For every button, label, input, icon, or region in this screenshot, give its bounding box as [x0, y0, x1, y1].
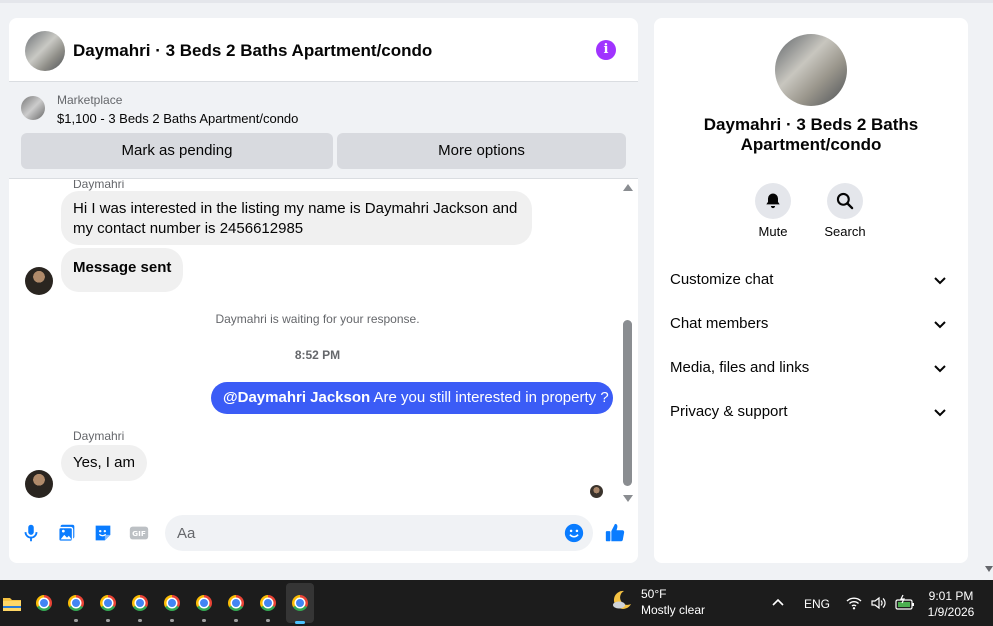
- volume-icon[interactable]: [870, 595, 886, 611]
- moon-cloud-icon[interactable]: [610, 588, 634, 612]
- microphone-icon[interactable]: [20, 522, 42, 544]
- chat-window: Daymahri · 3 Beds 2 Baths Apartment/cond…: [9, 18, 638, 563]
- file-explorer-icon[interactable]: [0, 591, 24, 615]
- taskbar: 50°F Mostly clear ENG 9:01 PM 1/9/2026: [0, 580, 993, 626]
- outgoing-message[interactable]: @Daymahri Jackson Are you still interest…: [211, 382, 613, 414]
- seen-indicator-avatar: [590, 485, 603, 498]
- clock-date: 1/9/2026: [927, 605, 975, 619]
- marketplace-banner: Marketplace $1,100 - 3 Beds 2 Baths Apar…: [9, 82, 638, 179]
- running-indicator: [234, 619, 238, 622]
- search-button[interactable]: [827, 183, 863, 219]
- outgoing-message-text: Are you still interested in property ?: [370, 389, 609, 406]
- scroll-thumb[interactable]: [623, 320, 632, 486]
- customize-chat-row[interactable]: Customize chat: [670, 268, 952, 292]
- row-label: Customize chat: [670, 271, 774, 288]
- incoming-message[interactable]: Message sent: [61, 248, 184, 292]
- gif-icon[interactable]: GIF: [128, 522, 150, 544]
- profile-name[interactable]: Daymahri · 3 Beds 2 Baths Apartment/cond…: [674, 115, 948, 155]
- row-label: Privacy & support: [670, 403, 788, 420]
- mention[interactable]: @Daymahri Jackson: [223, 389, 370, 406]
- chevron-down-icon: [934, 277, 946, 285]
- running-indicator: [170, 619, 174, 622]
- system-clock[interactable]: 9:01 PM 1/9/2026: [916, 588, 986, 620]
- sticker-icon[interactable]: [92, 522, 114, 544]
- message-list[interactable]: Daymahri Hi I was interested in the list…: [9, 180, 638, 502]
- conversation-title[interactable]: Daymahri · 3 Beds 2 Baths Apartment/cond…: [73, 41, 432, 61]
- emoji-icon[interactable]: [564, 523, 584, 543]
- running-indicator: [266, 619, 270, 622]
- listing-thumbnail[interactable]: [21, 96, 45, 120]
- window-scroll-down-arrow[interactable]: [985, 566, 993, 572]
- info-icon[interactable]: i: [596, 40, 616, 60]
- sender-name: Daymahri: [73, 180, 125, 191]
- mark-as-pending-button[interactable]: Mark as pending: [21, 133, 333, 169]
- weather-condition[interactable]: Mostly clear: [641, 603, 705, 617]
- sender-avatar[interactable]: [25, 267, 53, 295]
- chrome-profile-icon[interactable]: [160, 591, 184, 615]
- chevron-down-icon: [934, 409, 946, 417]
- chrome-icon[interactable]: [32, 591, 56, 615]
- photo-icon[interactable]: [56, 522, 78, 544]
- chrome-profile-icon[interactable]: [96, 591, 120, 615]
- chevron-down-icon: [934, 321, 946, 329]
- media-files-links-row[interactable]: Media, files and links: [670, 356, 952, 380]
- mute-action[interactable]: Mute: [743, 183, 803, 239]
- language-indicator[interactable]: ENG: [804, 597, 830, 611]
- row-label: Media, files and links: [670, 359, 810, 376]
- chat-members-row[interactable]: Chat members: [670, 312, 952, 336]
- conversation-info-panel: Daymahri · 3 Beds 2 Baths Apartment/cond…: [654, 18, 968, 563]
- chevron-down-icon: [934, 365, 946, 373]
- running-indicator: [74, 619, 78, 622]
- row-label: Chat members: [670, 315, 769, 332]
- composer: GIF: [9, 513, 638, 553]
- bell-icon: [766, 193, 780, 209]
- chevron-up-icon[interactable]: [771, 596, 785, 608]
- sender-name: Daymahri: [73, 429, 125, 443]
- chrome-profile-icon[interactable]: [224, 591, 248, 615]
- profile-avatar[interactable]: [775, 34, 847, 106]
- incoming-message[interactable]: Hi I was interested in the listing my na…: [61, 191, 532, 245]
- chrome-profile-icon[interactable]: [192, 591, 216, 615]
- search-label: Search: [824, 224, 866, 239]
- top-border: [0, 0, 993, 3]
- clock-time: 9:01 PM: [928, 589, 974, 603]
- mute-button[interactable]: [755, 183, 791, 219]
- more-options-button[interactable]: More options: [337, 133, 626, 169]
- running-indicator: [202, 619, 206, 622]
- chrome-profile-icon[interactable]: [64, 591, 88, 615]
- running-indicator: [106, 619, 110, 622]
- message-timestamp: 8:52 PM: [294, 348, 341, 362]
- search-icon: [836, 192, 854, 210]
- message-input-container[interactable]: [165, 515, 593, 551]
- thumbs-up-icon[interactable]: [604, 522, 626, 544]
- chat-header: Daymahri · 3 Beds 2 Baths Apartment/cond…: [9, 18, 638, 82]
- battery-charging-icon[interactable]: [894, 594, 916, 612]
- chrome-profile-icon[interactable]: [256, 591, 280, 615]
- chrome-profile-icon[interactable]: [128, 591, 152, 615]
- scroll-down-arrow[interactable]: [623, 495, 633, 502]
- message-input[interactable]: [177, 515, 557, 551]
- privacy-support-row[interactable]: Privacy & support: [670, 400, 952, 424]
- scroll-up-arrow[interactable]: [623, 184, 633, 191]
- conversation-avatar[interactable]: [25, 31, 65, 71]
- incoming-message[interactable]: Yes, I am: [61, 445, 147, 481]
- waiting-notice: Daymahri is waiting for your response.: [215, 312, 420, 326]
- mute-label: Mute: [758, 224, 788, 239]
- running-indicator: [138, 619, 142, 622]
- svg-text:GIF: GIF: [132, 529, 146, 538]
- weather-temperature[interactable]: 50°F: [641, 587, 666, 601]
- wifi-icon[interactable]: [846, 595, 862, 611]
- search-action[interactable]: Search: [815, 183, 875, 239]
- chrome-profile-icon-active[interactable]: [288, 591, 312, 615]
- message-scrollbar[interactable]: [621, 184, 634, 502]
- marketplace-label: Marketplace: [57, 93, 123, 107]
- listing-price-title[interactable]: $1,100 - 3 Beds 2 Baths Apartment/condo: [57, 111, 298, 126]
- sender-avatar[interactable]: [25, 470, 53, 498]
- active-indicator: [295, 621, 305, 624]
